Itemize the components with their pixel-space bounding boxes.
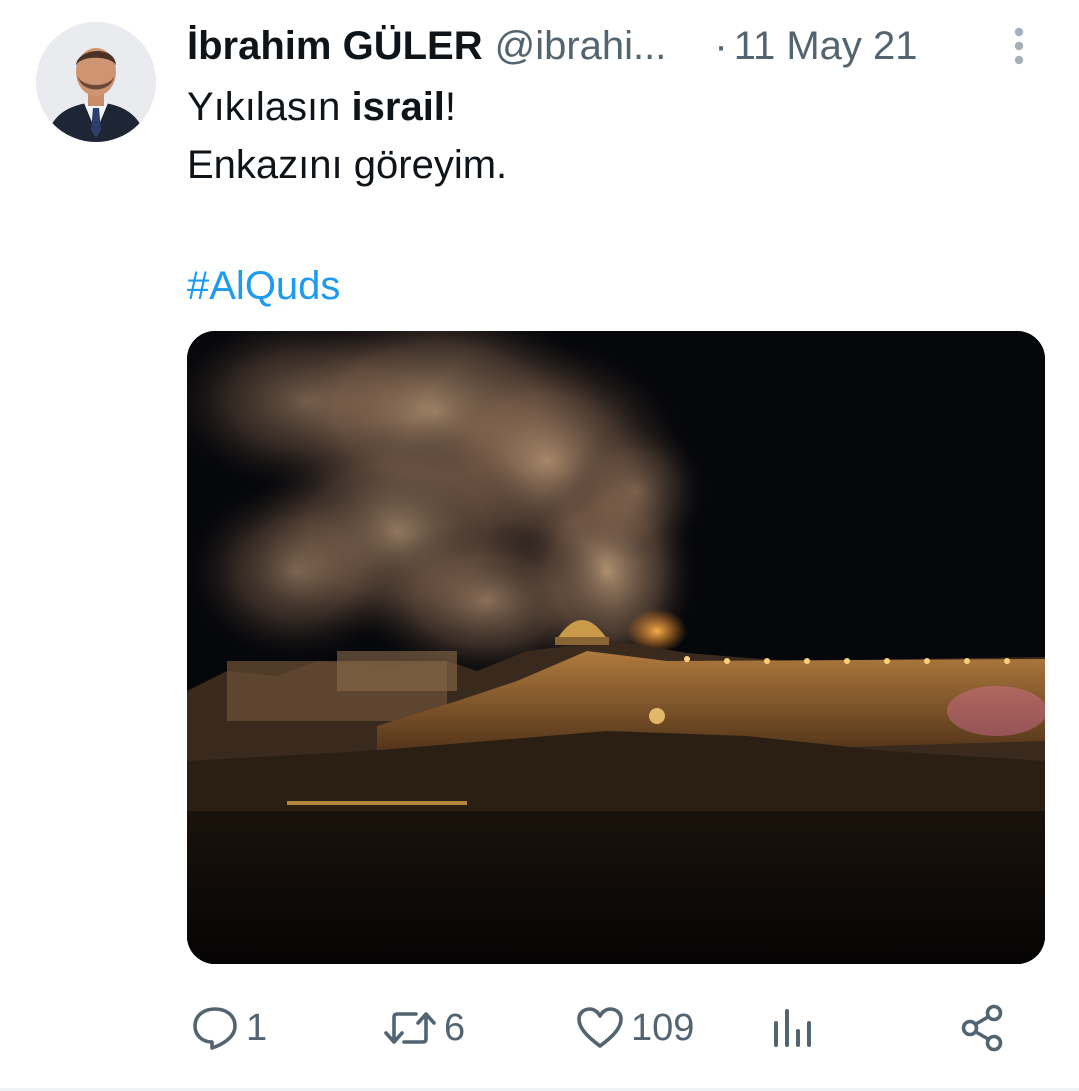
heart-icon	[577, 1007, 623, 1048]
user-handle[interactable]: @ibrahi...	[495, 18, 667, 74]
tweet-card[interactable]: İbrahim GÜLER @ibrahi... · 11 May 21 Yık…	[0, 0, 1079, 1091]
display-name[interactable]: İbrahim GÜLER	[187, 18, 483, 74]
retweet-count: 6	[444, 1006, 466, 1049]
avatar[interactable]	[36, 22, 156, 142]
action-bar: 1 6 109	[0, 998, 1079, 1058]
text-segment: !	[444, 85, 457, 129]
share-button[interactable]	[960, 998, 1006, 1058]
tweet-text-line-1: Yıkılasın israil!	[187, 78, 1027, 136]
more-options-button[interactable]	[1002, 24, 1036, 68]
profile-photo	[36, 22, 156, 142]
like-button[interactable]: 109	[575, 998, 694, 1058]
share-icon	[961, 1004, 1003, 1052]
tweet-media-photo[interactable]	[187, 331, 1045, 964]
text-segment: Yıkılasın	[187, 85, 352, 129]
retweet-button[interactable]: 6	[382, 998, 465, 1058]
separator-dot: ·	[714, 24, 728, 68]
reply-count: 1	[246, 1006, 268, 1049]
tweet-text-line-2: Enkazını göreyim.	[187, 143, 508, 187]
reply-bubble-icon	[193, 1007, 237, 1050]
reply-button[interactable]: 1	[190, 998, 267, 1058]
vertical-ellipsis-icon	[1014, 27, 1024, 65]
hashtag-link[interactable]: #AlQuds	[187, 257, 340, 315]
like-count: 109	[631, 1006, 695, 1049]
tweet-header: İbrahim GÜLER @ibrahi... · 11 May 21	[187, 18, 1039, 74]
retweet-icon	[384, 1012, 436, 1044]
tweet-text: Yıkılasın israil! Enkazını göreyim.	[187, 78, 1027, 194]
views-button[interactable]	[770, 998, 816, 1058]
tweet-date[interactable]: 11 May 21	[734, 18, 918, 74]
night-city-fire-photo	[187, 331, 1045, 964]
bar-chart-icon	[774, 1009, 811, 1047]
text-bold-segment: israil	[351, 85, 445, 129]
